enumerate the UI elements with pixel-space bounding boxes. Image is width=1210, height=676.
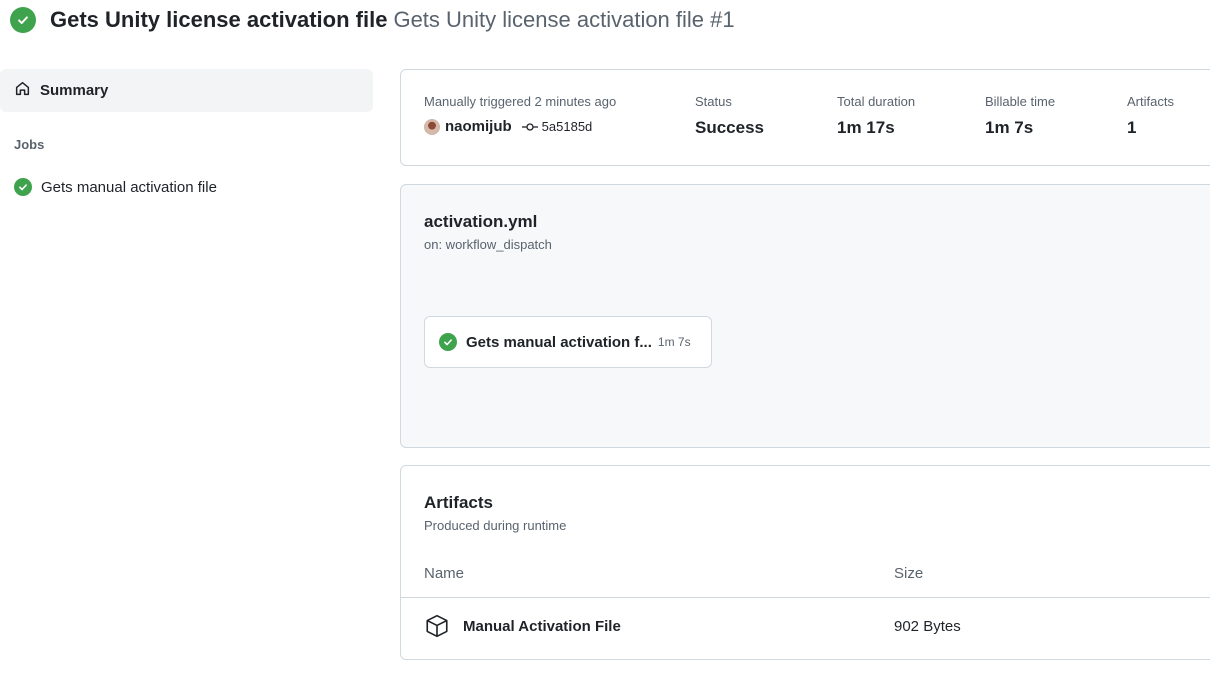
billable-value: 1m 7s — [985, 118, 1034, 137]
check-circle-icon — [439, 333, 457, 351]
artifacts-stat: Artifacts 1 — [1127, 94, 1174, 138]
artifacts-count[interactable]: 1 — [1127, 118, 1174, 138]
job-duration: 1m 7s — [657, 335, 691, 349]
artifact-download-link[interactable]: Manual Activation File — [463, 618, 621, 635]
artifact-size: 902 Bytes — [894, 618, 961, 635]
billable-stat: Billable time 1m 7s — [985, 94, 1055, 138]
artifacts-card: Artifacts Produced during runtime Name S… — [400, 465, 1210, 660]
status-label: Status — [695, 94, 732, 109]
workflow-trigger: on: workflow_dispatch — [424, 237, 552, 252]
sidebar-item-summary[interactable]: Summary — [0, 69, 373, 112]
sidebar: Summary Jobs Gets manual activation file — [0, 69, 373, 196]
duration-stat: Total duration 1m 17s — [837, 94, 915, 138]
commit-link[interactable]: 5a5185d — [542, 119, 593, 134]
trigger-label: Manually triggered 2 minutes ago — [424, 94, 617, 109]
billable-label: Billable time — [985, 94, 1056, 109]
check-circle-icon — [10, 7, 36, 33]
git-commit-icon — [521, 122, 538, 132]
column-header-size: Size — [894, 565, 924, 582]
home-icon — [14, 80, 31, 102]
duration-label: Total duration — [837, 94, 916, 109]
avatar[interactable] — [424, 118, 440, 135]
sidebar-item-label: Summary — [40, 82, 109, 99]
package-icon — [424, 613, 450, 644]
artifacts-label: Artifacts — [1127, 94, 1174, 109]
status-value: Success — [695, 118, 764, 137]
table-row: Manual Activation File 902 Bytes — [401, 599, 1210, 657]
duration-value: 1m 17s — [837, 118, 895, 137]
trigger-info: Manually triggered 2 minutes ago naomiju… — [424, 94, 616, 135]
sidebar-item-job[interactable]: Gets manual activation file — [0, 178, 373, 196]
check-circle-icon — [14, 178, 32, 196]
workflow-file-link[interactable]: activation.yml — [424, 212, 537, 232]
column-header-name: Name — [424, 565, 465, 582]
run-header: Gets Unity license activation file Gets … — [10, 6, 735, 34]
status-stat: Status Success — [695, 94, 764, 138]
sidebar-item-label: Gets manual activation file — [41, 178, 217, 196]
job-node[interactable]: Gets manual activation f... 1m 7s — [424, 316, 712, 368]
run-title: Gets Unity license activation file #1 — [393, 7, 735, 32]
job-name: Gets manual activation f... — [466, 333, 652, 351]
artifacts-title: Artifacts — [424, 493, 493, 512]
artifacts-table-header: Name Size — [401, 556, 1210, 598]
run-summary-card: Manually triggered 2 minutes ago naomiju… — [400, 69, 1210, 166]
workflow-title: Gets Unity license activation file — [50, 7, 388, 32]
workflow-graph-card: activation.yml on: workflow_dispatch Get… — [400, 184, 1210, 448]
actor-link[interactable]: naomijub — [445, 118, 512, 135]
jobs-heading: Jobs — [14, 137, 45, 152]
artifacts-subtitle: Produced during runtime — [424, 518, 567, 533]
